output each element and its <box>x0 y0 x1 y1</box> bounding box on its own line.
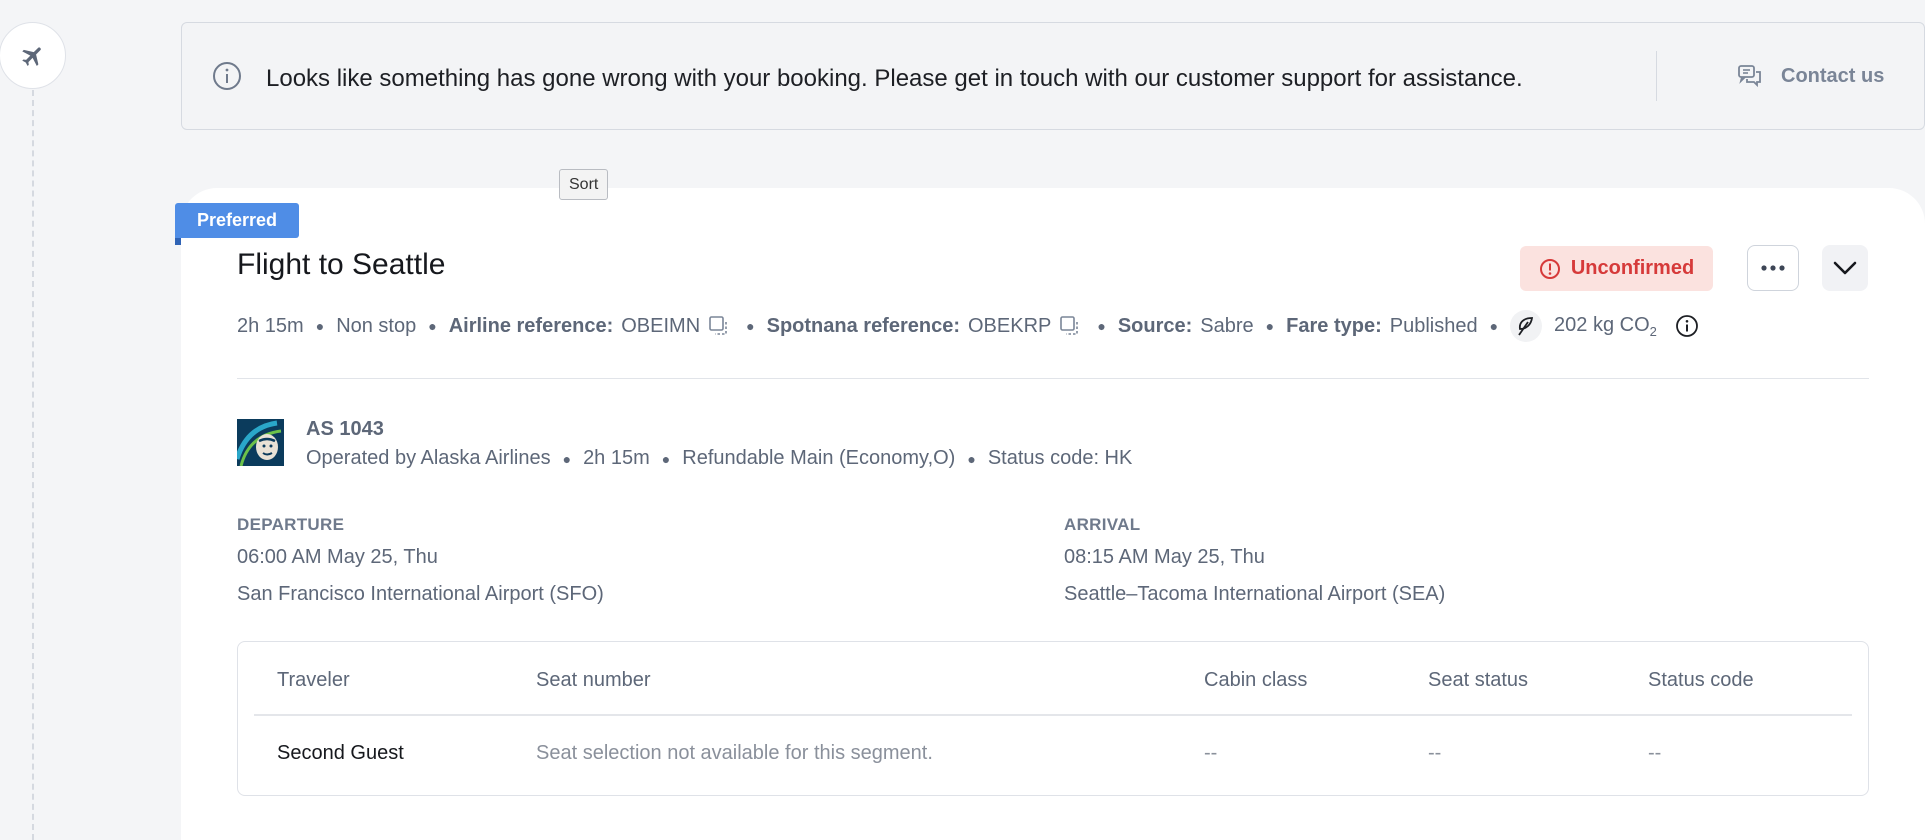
flight-title: Flight to Seattle <box>237 248 446 281</box>
separator-dot: ● <box>1097 318 1106 334</box>
timeline-line <box>32 90 34 840</box>
segment-duration: 2h 15m <box>583 447 650 469</box>
separator-dot: ● <box>315 318 325 334</box>
chat-icon <box>1738 65 1761 88</box>
separator-dot: ● <box>661 450 671 467</box>
departure-airport: San Francisco International Airport (SFO… <box>237 583 604 605</box>
separator-dot: ● <box>746 318 755 334</box>
arrival-label: ARRIVAL <box>1064 515 1141 534</box>
copy-airline-reference-icon[interactable] <box>708 315 730 337</box>
flight-duration: 2h 15m <box>237 314 304 337</box>
status-text: Unconfirmed <box>1570 257 1695 279</box>
separator-dot: ● <box>562 450 572 467</box>
airplane-icon <box>21 47 41 66</box>
departure-label: DEPARTURE <box>237 515 345 534</box>
alaska-airlines-logo <box>237 419 284 466</box>
airline-reference-label: Airline reference: <box>448 314 614 337</box>
emissions-value: 202 kg CO2 <box>1554 313 1657 339</box>
separator-dot: ● <box>967 450 976 467</box>
seat-number-cell: Seat selection not available for this se… <box>536 742 933 764</box>
leaf-icon <box>1510 310 1543 342</box>
status-code-cell: -- <box>1648 742 1662 764</box>
fare-type-value: Published <box>1389 314 1478 337</box>
airline-reference-value: OBEIMN <box>621 314 701 337</box>
emissions-info-icon[interactable] <box>1675 314 1699 338</box>
more-horizontal-icon <box>1761 265 1785 271</box>
segment-status-code: Status code: HK <box>987 447 1133 469</box>
alert-divider <box>1656 51 1657 101</box>
arrival-airport: Seattle–Tacoma International Airport (SE… <box>1064 583 1446 605</box>
column-header-traveler: Traveler <box>277 669 350 691</box>
alert-message: Looks like something has gone wrong with… <box>266 65 1523 92</box>
segment-details: Operated by Alaska Airlines ● 2h 15m ● R… <box>306 447 1132 470</box>
fare-type-label: Fare type: <box>1286 314 1382 337</box>
sort-tooltip: Sort <box>559 169 609 200</box>
contact-us-button[interactable]: Contact us <box>1737 53 1884 99</box>
separator-dot: ● <box>1489 318 1499 334</box>
collapse-button[interactable] <box>1822 245 1868 291</box>
flight-timeline-node <box>0 22 66 89</box>
column-header-cabin-class: Cabin class <box>1204 669 1308 691</box>
separator-dot: ● <box>1265 318 1275 334</box>
status-badge: Unconfirmed <box>1520 246 1713 291</box>
traveler-seat-table: Traveler Seat number Cabin class Seat st… <box>237 641 1869 796</box>
copy-spotnana-reference-icon[interactable] <box>1059 315 1081 337</box>
chevron-down-icon <box>1833 261 1857 275</box>
table-header-divider <box>254 714 1852 716</box>
fare-class: Refundable Main (Economy,O) <box>682 447 956 469</box>
booking-error-alert: Looks like something has gone wrong with… <box>181 22 1925 130</box>
cabin-class-cell: -- <box>1204 742 1218 764</box>
column-header-seat-status: Seat status <box>1428 669 1529 691</box>
preferred-badge-fold <box>175 238 181 245</box>
column-header-status-code: Status code <box>1648 669 1754 691</box>
alert-circle-icon <box>1539 258 1560 279</box>
source-label: Source: <box>1117 314 1193 337</box>
source-value: Sabre <box>1200 314 1254 337</box>
spotnana-reference-value: OBEKRP <box>968 314 1052 337</box>
column-header-seat-number: Seat number <box>536 669 651 691</box>
more-options-button[interactable] <box>1747 245 1799 291</box>
seat-status-cell: -- <box>1428 742 1442 764</box>
info-icon <box>213 62 241 90</box>
traveler-name: Second Guest <box>277 742 404 764</box>
operated-by: Operated by Alaska Airlines <box>306 447 551 469</box>
spotnana-reference-label: Spotnana reference: <box>766 314 960 337</box>
contact-us-label: Contact us <box>1781 64 1885 87</box>
departure-time: 06:00 AM May 25, Thu <box>237 546 438 568</box>
flight-meta-row: 2h 15m ● Non stop ● Airline reference: O… <box>237 310 1699 342</box>
arrival-time: 08:15 AM May 25, Thu <box>1064 546 1265 568</box>
flight-number: AS 1043 <box>306 418 384 440</box>
preferred-badge: Preferred <box>175 203 300 238</box>
flight-stops: Non stop <box>336 314 417 337</box>
section-divider <box>237 378 1869 379</box>
separator-dot: ● <box>428 318 437 334</box>
